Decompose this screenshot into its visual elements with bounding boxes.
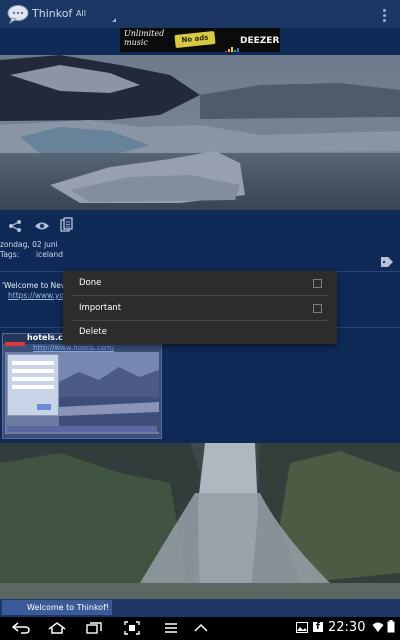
tag-value[interactable]: iceland [36, 250, 63, 259]
eye-icon[interactable] [34, 221, 50, 231]
screenshot-icon[interactable] [124, 621, 140, 635]
menu-item-delete[interactable]: Delete [63, 320, 337, 344]
note-photo-waterfall[interactable] [0, 443, 400, 599]
menu-item-important[interactable]: Important [63, 296, 337, 320]
thumbnail-brand-strip [5, 342, 25, 346]
bottom-note-title[interactable]: Welcome to Thinkof! [27, 603, 109, 612]
tag-icon[interactable] [380, 256, 394, 268]
wifi-icon [372, 622, 384, 632]
app-title: Thinkof [32, 7, 73, 20]
menu-item-label: Done [79, 278, 102, 288]
note-context-menu: Done Important Delete [63, 271, 337, 344]
thumbnail-form [7, 354, 59, 416]
gallery-notification-icon [296, 622, 308, 633]
menu-item-done[interactable]: Done [63, 271, 337, 295]
thumbnail-search-button [37, 404, 51, 410]
menu-item-label: Important [79, 303, 122, 313]
note-title: 'Welcome to New [2, 281, 68, 290]
recent-apps-icon[interactable] [86, 622, 102, 634]
ad-subline: music [124, 38, 148, 47]
copy-icon[interactable] [60, 217, 73, 232]
thumbnail-footer [7, 426, 157, 432]
note-date: zondag, 02 juni [0, 240, 58, 249]
ad-banner[interactable]: Unlimited music No ads DEEZER [120, 28, 280, 52]
thumbnail-url[interactable]: http://www.hotels.com/ [33, 344, 114, 352]
share-icon[interactable] [8, 219, 22, 233]
speech-bubble-icon[interactable] [6, 4, 30, 24]
menu-item-label: Delete [79, 327, 107, 337]
overflow-menu-icon[interactable] [378, 7, 390, 23]
dropdown-caret-icon [112, 18, 116, 22]
home-icon[interactable] [48, 622, 66, 634]
back-icon[interactable] [12, 622, 30, 634]
note-photo-glacier[interactable] [0, 55, 400, 210]
done-checkbox[interactable] [313, 279, 322, 288]
thumbnail-photo [59, 352, 159, 432]
facebook-notification-icon: f [313, 622, 323, 632]
ad-badge: No ads [174, 30, 216, 49]
battery-icon [387, 620, 395, 633]
important-checkbox[interactable] [313, 304, 322, 313]
status-clock: 22:30 [328, 620, 366, 635]
ad-headline: Unlimited [124, 29, 165, 38]
tags-label: Tags: [0, 250, 20, 259]
up-icon[interactable] [194, 622, 208, 634]
ad-brand: DEEZER [240, 36, 280, 46]
equalizer-icon [225, 36, 240, 52]
filter-dropdown[interactable]: All [76, 9, 86, 18]
website-thumbnail[interactable]: hotels.com http://www.hotels.com/ [2, 333, 162, 439]
menu-icon[interactable] [164, 622, 178, 634]
